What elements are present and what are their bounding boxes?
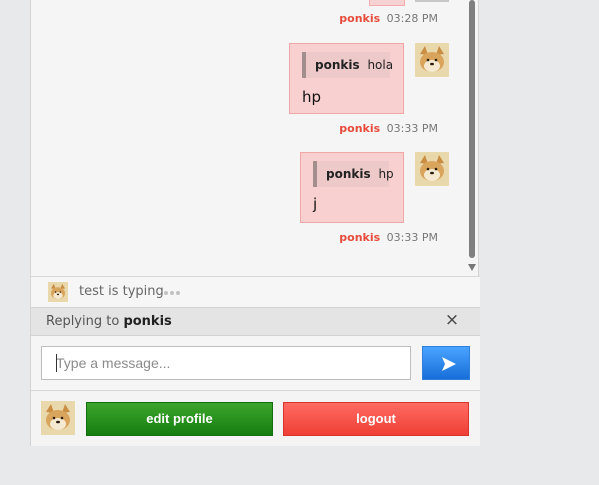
text-caret (56, 354, 57, 372)
edit-profile-button[interactable]: edit profile (86, 402, 273, 436)
quote-text: hola (367, 58, 394, 72)
reply-prefix: Replying to (46, 314, 120, 329)
message-input[interactable] (41, 346, 411, 380)
message-meta-2: ponkis 03:33 PM (339, 122, 438, 135)
message-scrollbar[interactable] (466, 0, 478, 276)
message-text: hp (302, 88, 322, 106)
message-avatar (415, 43, 449, 77)
shiba-avatar-icon (48, 282, 68, 302)
shiba-avatar-icon (41, 401, 75, 435)
message-time: 03:28 PM (386, 12, 438, 25)
profile-avatar[interactable] (41, 401, 75, 435)
reply-label: Replying to ponkis (46, 314, 172, 329)
message-time: 03:33 PM (386, 122, 438, 135)
shiba-avatar-icon (415, 152, 449, 186)
message-author: ponkis (339, 12, 381, 25)
quote-author: ponkis (326, 167, 371, 181)
message-meta-1: ponkis 03:28 PM (339, 12, 438, 25)
typing-status-text: test is typing (79, 284, 164, 299)
message-author: ponkis (339, 122, 381, 135)
message-bubble-3: ponkis hp j (300, 152, 404, 223)
typing-user-avatar (48, 282, 68, 302)
previous-message-bubble-fragment (369, 0, 405, 6)
message-meta-3: ponkis 03:33 PM (339, 231, 438, 244)
scroll-down-arrow-icon[interactable] (468, 264, 476, 271)
message-bubble-2: ponkis hola hp (289, 43, 404, 114)
typing-dots-icon (164, 291, 180, 295)
send-arrow-icon (442, 357, 456, 371)
typing-dot (176, 291, 180, 295)
typing-dot (164, 291, 168, 295)
message-time: 03:33 PM (386, 231, 438, 244)
profile-actions-bar: edit profile logout (31, 391, 480, 446)
reply-target: ponkis (123, 314, 172, 329)
previous-avatar-fragment (415, 0, 449, 2)
close-icon[interactable]: × (444, 312, 460, 329)
message-author: ponkis (339, 231, 381, 244)
scrollbar-thumb[interactable] (469, 0, 475, 258)
typing-dot (170, 291, 174, 295)
quoted-message: ponkis hola (302, 52, 394, 78)
message-list[interactable]: ponkis 03:28 PM ponkis hola hp ponkis 03… (31, 0, 468, 276)
quoted-message: ponkis hp (313, 161, 394, 187)
send-button[interactable] (422, 346, 470, 380)
typing-indicator: test is typing (31, 276, 480, 307)
message-composer (31, 336, 480, 391)
reply-bar: Replying to ponkis × (31, 307, 480, 336)
quote-text: hp (378, 167, 394, 181)
logout-button[interactable]: logout (283, 402, 469, 436)
message-text: j (313, 195, 318, 213)
chat-panel: ponkis 03:28 PM ponkis hola hp ponkis 03… (30, 0, 480, 446)
shiba-avatar-icon (415, 43, 449, 77)
quote-author: ponkis (315, 58, 360, 72)
message-avatar (415, 152, 449, 186)
